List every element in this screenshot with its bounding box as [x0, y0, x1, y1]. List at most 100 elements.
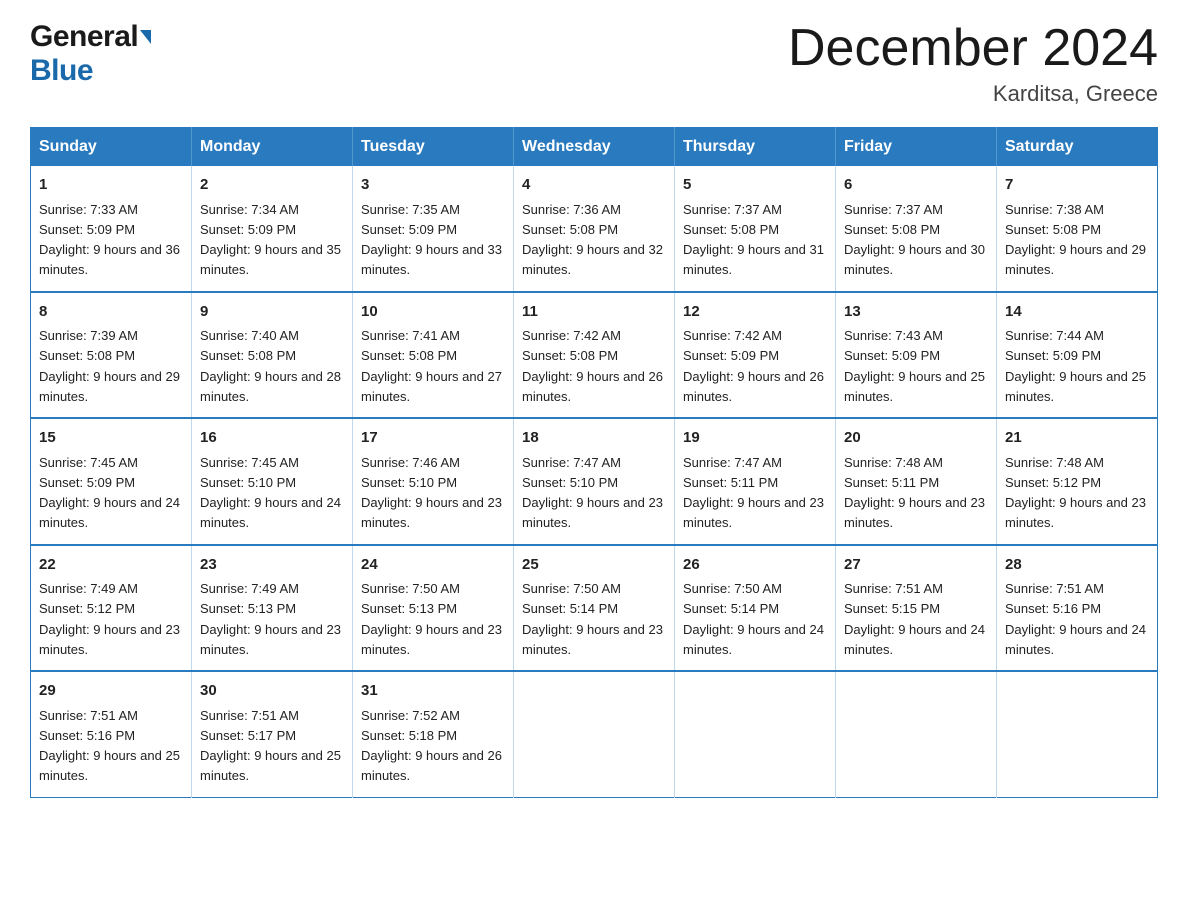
day-number: 19	[683, 427, 827, 450]
page-header: General Blue December 2024 Karditsa, Gre…	[30, 20, 1158, 107]
day-info: Sunrise: 7:48 AMSunset: 5:12 PMDaylight:…	[1005, 455, 1146, 531]
calendar-cell: 24 Sunrise: 7:50 AMSunset: 5:13 PMDaylig…	[353, 545, 514, 672]
logo-general-text: General	[30, 20, 138, 54]
calendar-cell: 31 Sunrise: 7:52 AMSunset: 5:18 PMDaylig…	[353, 671, 514, 797]
day-number: 16	[200, 427, 344, 450]
location-title: Karditsa, Greece	[788, 81, 1158, 107]
day-info: Sunrise: 7:51 AMSunset: 5:16 PMDaylight:…	[1005, 581, 1146, 657]
calendar-week-row: 29 Sunrise: 7:51 AMSunset: 5:16 PMDaylig…	[31, 671, 1158, 797]
day-number: 29	[39, 680, 183, 703]
day-info: Sunrise: 7:46 AMSunset: 5:10 PMDaylight:…	[361, 455, 502, 531]
calendar-cell: 26 Sunrise: 7:50 AMSunset: 5:14 PMDaylig…	[675, 545, 836, 672]
calendar-cell: 18 Sunrise: 7:47 AMSunset: 5:10 PMDaylig…	[514, 418, 675, 545]
calendar-table: Sunday Monday Tuesday Wednesday Thursday…	[30, 127, 1158, 798]
day-number: 27	[844, 554, 988, 577]
day-number: 20	[844, 427, 988, 450]
calendar-cell	[836, 671, 997, 797]
day-number: 23	[200, 554, 344, 577]
day-info: Sunrise: 7:51 AMSunset: 5:15 PMDaylight:…	[844, 581, 985, 657]
day-number: 13	[844, 301, 988, 324]
calendar-cell: 9 Sunrise: 7:40 AMSunset: 5:08 PMDayligh…	[192, 292, 353, 419]
calendar-cell: 2 Sunrise: 7:34 AMSunset: 5:09 PMDayligh…	[192, 166, 353, 292]
calendar-cell: 3 Sunrise: 7:35 AMSunset: 5:09 PMDayligh…	[353, 166, 514, 292]
calendar-cell: 13 Sunrise: 7:43 AMSunset: 5:09 PMDaylig…	[836, 292, 997, 419]
day-info: Sunrise: 7:50 AMSunset: 5:13 PMDaylight:…	[361, 581, 502, 657]
day-info: Sunrise: 7:42 AMSunset: 5:08 PMDaylight:…	[522, 328, 663, 404]
calendar-cell: 11 Sunrise: 7:42 AMSunset: 5:08 PMDaylig…	[514, 292, 675, 419]
calendar-cell: 16 Sunrise: 7:45 AMSunset: 5:10 PMDaylig…	[192, 418, 353, 545]
calendar-cell: 10 Sunrise: 7:41 AMSunset: 5:08 PMDaylig…	[353, 292, 514, 419]
title-block: December 2024 Karditsa, Greece	[788, 20, 1158, 107]
logo-arrow-icon	[140, 30, 151, 44]
day-number: 22	[39, 554, 183, 577]
day-number: 14	[1005, 301, 1149, 324]
calendar-cell: 1 Sunrise: 7:33 AMSunset: 5:09 PMDayligh…	[31, 166, 192, 292]
day-number: 26	[683, 554, 827, 577]
header-monday: Monday	[192, 128, 353, 167]
calendar-cell: 20 Sunrise: 7:48 AMSunset: 5:11 PMDaylig…	[836, 418, 997, 545]
calendar-week-row: 8 Sunrise: 7:39 AMSunset: 5:08 PMDayligh…	[31, 292, 1158, 419]
day-number: 12	[683, 301, 827, 324]
day-info: Sunrise: 7:47 AMSunset: 5:11 PMDaylight:…	[683, 455, 824, 531]
day-info: Sunrise: 7:42 AMSunset: 5:09 PMDaylight:…	[683, 328, 824, 404]
day-number: 15	[39, 427, 183, 450]
calendar-cell	[514, 671, 675, 797]
day-number: 5	[683, 174, 827, 197]
day-number: 8	[39, 301, 183, 324]
header-friday: Friday	[836, 128, 997, 167]
calendar-week-row: 15 Sunrise: 7:45 AMSunset: 5:09 PMDaylig…	[31, 418, 1158, 545]
day-number: 24	[361, 554, 505, 577]
calendar-cell: 17 Sunrise: 7:46 AMSunset: 5:10 PMDaylig…	[353, 418, 514, 545]
day-info: Sunrise: 7:47 AMSunset: 5:10 PMDaylight:…	[522, 455, 663, 531]
calendar-cell: 28 Sunrise: 7:51 AMSunset: 5:16 PMDaylig…	[997, 545, 1158, 672]
calendar-cell: 23 Sunrise: 7:49 AMSunset: 5:13 PMDaylig…	[192, 545, 353, 672]
day-info: Sunrise: 7:49 AMSunset: 5:12 PMDaylight:…	[39, 581, 180, 657]
day-number: 10	[361, 301, 505, 324]
calendar-cell: 30 Sunrise: 7:51 AMSunset: 5:17 PMDaylig…	[192, 671, 353, 797]
day-info: Sunrise: 7:36 AMSunset: 5:08 PMDaylight:…	[522, 202, 663, 278]
day-number: 6	[844, 174, 988, 197]
calendar-cell: 4 Sunrise: 7:36 AMSunset: 5:08 PMDayligh…	[514, 166, 675, 292]
day-number: 1	[39, 174, 183, 197]
day-number: 25	[522, 554, 666, 577]
header-wednesday: Wednesday	[514, 128, 675, 167]
calendar-cell: 7 Sunrise: 7:38 AMSunset: 5:08 PMDayligh…	[997, 166, 1158, 292]
day-info: Sunrise: 7:50 AMSunset: 5:14 PMDaylight:…	[683, 581, 824, 657]
calendar-cell: 5 Sunrise: 7:37 AMSunset: 5:08 PMDayligh…	[675, 166, 836, 292]
day-number: 11	[522, 301, 666, 324]
day-info: Sunrise: 7:45 AMSunset: 5:09 PMDaylight:…	[39, 455, 180, 531]
day-info: Sunrise: 7:52 AMSunset: 5:18 PMDaylight:…	[361, 708, 502, 784]
day-info: Sunrise: 7:51 AMSunset: 5:17 PMDaylight:…	[200, 708, 341, 784]
day-info: Sunrise: 7:37 AMSunset: 5:08 PMDaylight:…	[683, 202, 824, 278]
day-info: Sunrise: 7:41 AMSunset: 5:08 PMDaylight:…	[361, 328, 502, 404]
logo: General Blue	[30, 20, 151, 88]
day-info: Sunrise: 7:48 AMSunset: 5:11 PMDaylight:…	[844, 455, 985, 531]
calendar-week-row: 22 Sunrise: 7:49 AMSunset: 5:12 PMDaylig…	[31, 545, 1158, 672]
header-sunday: Sunday	[31, 128, 192, 167]
day-info: Sunrise: 7:38 AMSunset: 5:08 PMDaylight:…	[1005, 202, 1146, 278]
day-info: Sunrise: 7:51 AMSunset: 5:16 PMDaylight:…	[39, 708, 180, 784]
calendar-cell	[997, 671, 1158, 797]
calendar-cell: 8 Sunrise: 7:39 AMSunset: 5:08 PMDayligh…	[31, 292, 192, 419]
calendar-week-row: 1 Sunrise: 7:33 AMSunset: 5:09 PMDayligh…	[31, 166, 1158, 292]
calendar-cell: 19 Sunrise: 7:47 AMSunset: 5:11 PMDaylig…	[675, 418, 836, 545]
calendar-cell: 21 Sunrise: 7:48 AMSunset: 5:12 PMDaylig…	[997, 418, 1158, 545]
calendar-cell: 27 Sunrise: 7:51 AMSunset: 5:15 PMDaylig…	[836, 545, 997, 672]
header-thursday: Thursday	[675, 128, 836, 167]
day-number: 7	[1005, 174, 1149, 197]
calendar-cell: 22 Sunrise: 7:49 AMSunset: 5:12 PMDaylig…	[31, 545, 192, 672]
day-info: Sunrise: 7:33 AMSunset: 5:09 PMDaylight:…	[39, 202, 180, 278]
calendar-cell: 6 Sunrise: 7:37 AMSunset: 5:08 PMDayligh…	[836, 166, 997, 292]
day-number: 3	[361, 174, 505, 197]
calendar-cell: 15 Sunrise: 7:45 AMSunset: 5:09 PMDaylig…	[31, 418, 192, 545]
day-info: Sunrise: 7:44 AMSunset: 5:09 PMDaylight:…	[1005, 328, 1146, 404]
day-info: Sunrise: 7:50 AMSunset: 5:14 PMDaylight:…	[522, 581, 663, 657]
day-info: Sunrise: 7:49 AMSunset: 5:13 PMDaylight:…	[200, 581, 341, 657]
calendar-header-row: Sunday Monday Tuesday Wednesday Thursday…	[31, 128, 1158, 167]
day-number: 28	[1005, 554, 1149, 577]
day-info: Sunrise: 7:35 AMSunset: 5:09 PMDaylight:…	[361, 202, 502, 278]
day-info: Sunrise: 7:34 AMSunset: 5:09 PMDaylight:…	[200, 202, 341, 278]
day-number: 2	[200, 174, 344, 197]
header-tuesday: Tuesday	[353, 128, 514, 167]
month-title: December 2024	[788, 20, 1158, 77]
